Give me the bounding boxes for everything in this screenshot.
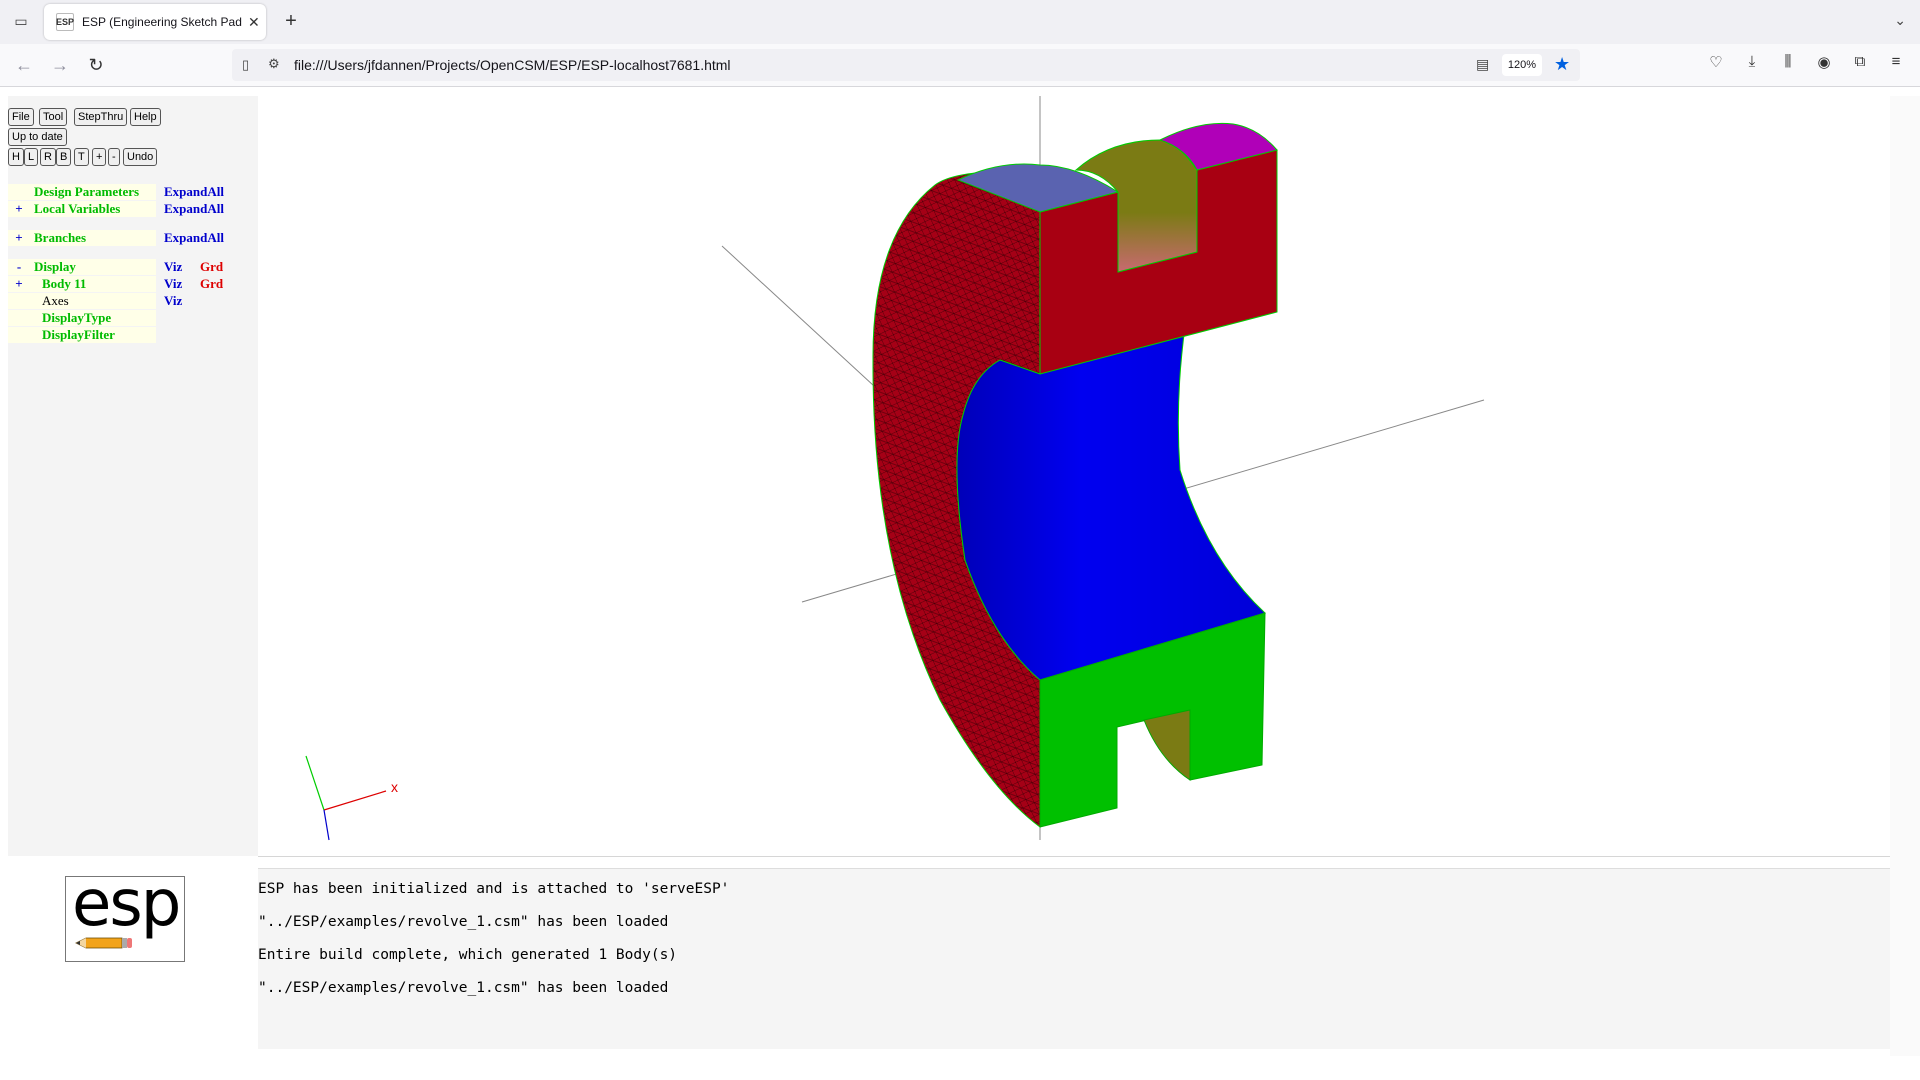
view-home-button[interactable]: H bbox=[8, 148, 24, 166]
browser-nav-bar: ← → ↻ ▯ ⚙ file:///Users/jfdannen/Project… bbox=[0, 44, 1920, 87]
message-line: "../ESP/examples/revolve_1.csm" has been… bbox=[258, 980, 669, 996]
triad-z-axis bbox=[323, 809, 330, 841]
viz-toggle-axes[interactable]: Viz bbox=[164, 293, 182, 309]
library-icon[interactable]: ⫼ bbox=[1776, 53, 1800, 70]
page-icon: ▯ bbox=[242, 57, 250, 72]
page-scrollbar[interactable] bbox=[1890, 96, 1920, 1056]
expand-toggle[interactable]: + bbox=[12, 201, 26, 217]
tab-list-icon[interactable]: ▭ bbox=[10, 10, 32, 32]
url-bar[interactable]: ▯ ⚙ file:///Users/jfdannen/Projects/Open… bbox=[232, 49, 1580, 81]
forward-arrow-icon[interactable]: → bbox=[48, 53, 72, 77]
tool-button[interactable]: Tool bbox=[39, 108, 68, 126]
extensions-icon[interactable]: ⧉ bbox=[1848, 53, 1872, 70]
expandall-design-parameters[interactable]: ExpandAll bbox=[164, 184, 224, 200]
model-canvas[interactable]: x bbox=[258, 96, 1890, 856]
viz-toggle-body[interactable]: Viz bbox=[164, 276, 182, 292]
expandall-branches[interactable]: ExpandAll bbox=[164, 230, 224, 246]
plus-icon[interactable]: + bbox=[280, 10, 302, 32]
tree-label-body[interactable]: Body 11 bbox=[42, 276, 86, 292]
tree-label-design-parameters[interactable]: Design Parameters bbox=[34, 184, 139, 200]
expandall-local-variables[interactable]: ExpandAll bbox=[164, 201, 224, 217]
undo-button[interactable]: Undo bbox=[123, 148, 158, 166]
esp-logo-text: esp bbox=[72, 867, 181, 941]
help-button[interactable]: Help bbox=[130, 108, 161, 126]
expand-toggle[interactable]: + bbox=[12, 230, 26, 246]
reload-icon[interactable]: ↻ bbox=[84, 53, 108, 77]
collapse-toggle[interactable]: - bbox=[12, 259, 26, 275]
grd-toggle-body[interactable]: Grd bbox=[200, 276, 223, 292]
zoom-level[interactable]: 120% bbox=[1502, 54, 1542, 76]
chevron-down-icon[interactable]: ⌄ bbox=[1894, 12, 1906, 29]
status-button[interactable]: Up to date bbox=[8, 128, 67, 146]
star-icon[interactable]: ★ bbox=[1554, 54, 1570, 75]
triad-y-axis bbox=[305, 755, 325, 811]
tree-label-local-variables[interactable]: Local Variables bbox=[34, 201, 120, 217]
tree-label-axes[interactable]: Axes bbox=[42, 293, 69, 309]
pencil-icon bbox=[75, 937, 132, 949]
slot-face-olive-bottom bbox=[1143, 709, 1191, 781]
message-line: Entire build complete, which generated 1… bbox=[258, 947, 678, 963]
close-icon[interactable]: ✕ bbox=[248, 14, 260, 31]
zoom-out-button[interactable]: - bbox=[108, 148, 120, 166]
reader-view-icon[interactable]: ▤ bbox=[1476, 56, 1489, 73]
download-icon[interactable]: ⤓ bbox=[1740, 53, 1764, 70]
hamburger-menu-icon[interactable]: ≡ bbox=[1884, 53, 1908, 70]
triad-x-label: x bbox=[391, 779, 398, 795]
favicon-icon: ESP bbox=[56, 13, 74, 31]
tree-label-display[interactable]: Display bbox=[34, 259, 76, 275]
permissions-icon[interactable]: ⚙ bbox=[268, 56, 280, 72]
account-icon[interactable]: ◉ bbox=[1812, 53, 1836, 71]
message-line: ESP has been initialized and is attached… bbox=[258, 881, 730, 897]
expand-toggle[interactable]: + bbox=[12, 276, 26, 292]
back-arrow-icon[interactable]: ← bbox=[12, 53, 36, 77]
url-text[interactable]: file:///Users/jfdannen/Projects/OpenCSM/… bbox=[294, 57, 731, 73]
zoom-in-button[interactable]: + bbox=[92, 148, 107, 166]
grd-toggle-display[interactable]: Grd bbox=[200, 259, 223, 275]
esp-logo[interactable]: esp bbox=[65, 867, 185, 962]
graphics-viewport[interactable]: x bbox=[258, 96, 1890, 857]
view-bottom-button[interactable]: B bbox=[56, 148, 72, 166]
pocket-icon[interactable]: ♡ bbox=[1704, 53, 1728, 71]
tab-title: ESP (Engineering Sketch Pad, V bbox=[82, 15, 242, 29]
message-line: "../ESP/examples/revolve_1.csm" has been… bbox=[258, 914, 669, 930]
view-right-button[interactable]: R bbox=[40, 148, 56, 166]
viz-toggle-display[interactable]: Viz bbox=[164, 259, 182, 275]
view-top-button[interactable]: T bbox=[74, 148, 89, 166]
logo-panel: esp bbox=[8, 867, 244, 1048]
triad-x-axis bbox=[323, 790, 387, 811]
stepthru-button[interactable]: StepThru bbox=[74, 108, 128, 126]
message-log[interactable]: ESP has been initialized and is attached… bbox=[258, 868, 1890, 1049]
tree-label-displayfilter[interactable]: DisplayFilter bbox=[42, 327, 115, 343]
browser-tab[interactable]: ESP ESP (Engineering Sketch Pad, V ✕ bbox=[44, 4, 266, 40]
tree-label-displaytype[interactable]: DisplayType bbox=[42, 310, 111, 326]
file-button[interactable]: File bbox=[8, 108, 34, 126]
tree-label-branches[interactable]: Branches bbox=[34, 230, 86, 246]
browser-tab-bar: ▭ ESP ESP (Engineering Sketch Pad, V ✕ +… bbox=[0, 0, 1920, 44]
view-left-button[interactable]: L bbox=[24, 148, 39, 166]
